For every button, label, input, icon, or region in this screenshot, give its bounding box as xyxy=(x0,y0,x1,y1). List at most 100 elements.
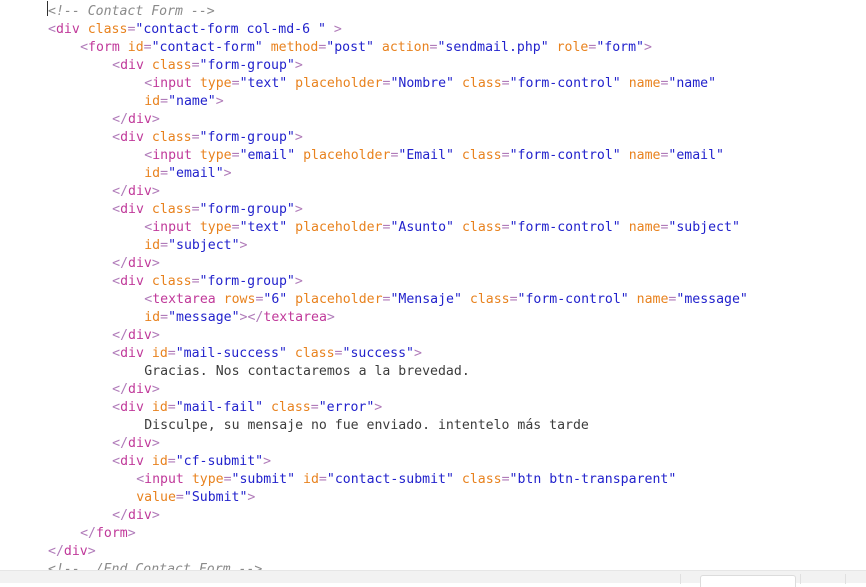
code-token-tag: div xyxy=(120,346,144,361)
code-token-tag: textarea xyxy=(263,310,327,325)
code-token-tag: div xyxy=(120,400,144,415)
code-line[interactable]: value="Submit"> xyxy=(0,489,866,507)
code-text-area[interactable]: <!-- Contact Form --> <div class="contact… xyxy=(0,3,866,579)
code-token-pn: > xyxy=(151,112,160,127)
code-token-val: "subject" xyxy=(668,220,740,235)
code-token-tag: div xyxy=(120,202,144,217)
code-token-att: class xyxy=(461,76,502,91)
code-token-val: "mail-fail" xyxy=(175,400,264,415)
code-token-pn: = xyxy=(501,220,510,235)
code-token-att: role xyxy=(556,40,589,55)
code-token-val: "form-control" xyxy=(509,148,621,163)
code-line[interactable]: <input type="submit" id="contact-submit"… xyxy=(0,471,866,489)
code-line[interactable]: <div class="form-group"> xyxy=(0,273,866,291)
code-token-att: class xyxy=(151,202,192,217)
code-token-tag: form xyxy=(88,40,120,55)
code-token-att: class xyxy=(461,472,502,487)
code-token-pn: > xyxy=(374,400,383,415)
code-token-val: "form-group" xyxy=(199,202,295,217)
code-token-pn: < xyxy=(112,400,121,415)
code-token-pn: < xyxy=(48,22,56,37)
code-line[interactable]: id="subject"> xyxy=(0,237,866,255)
code-token-tag: input xyxy=(152,148,192,163)
code-token-att: id xyxy=(127,40,144,55)
code-line[interactable]: id="message"></textarea> xyxy=(0,309,866,327)
code-line[interactable]: <div class="form-group"> xyxy=(0,201,866,219)
code-line[interactable]: </div> xyxy=(0,435,866,453)
code-token-val: "contact-form" xyxy=(151,40,263,55)
code-token-pn: = xyxy=(501,76,510,91)
code-token-pn: = xyxy=(160,310,169,325)
code-token-tag: div xyxy=(63,544,88,559)
code-token-att: class xyxy=(151,130,192,145)
code-line[interactable]: id="name"> xyxy=(0,93,866,111)
code-line[interactable]: <input type="email" placeholder="Email" … xyxy=(0,147,866,165)
code-token-val: "Email" xyxy=(398,148,454,163)
code-line[interactable]: </div> xyxy=(0,543,866,561)
code-token-tag: input xyxy=(144,472,184,487)
code-token-pn: = xyxy=(318,472,327,487)
code-line[interactable]: <div id="mail-fail" class="error"> xyxy=(0,399,866,417)
code-token-val: "text" xyxy=(239,76,288,91)
code-line[interactable]: </form> xyxy=(0,525,866,543)
code-token-pn: > xyxy=(413,346,422,361)
code-line[interactable]: <div class="form-group"> xyxy=(0,129,866,147)
code-line[interactable]: <form id="contact-form" method="post" ac… xyxy=(0,39,866,57)
code-line[interactable]: </div> xyxy=(0,255,866,273)
code-token-att: value xyxy=(136,490,176,505)
code-line[interactable]: <div class="form-group"> xyxy=(0,57,866,75)
code-token-pn: = xyxy=(310,400,319,415)
code-line[interactable]: <input type="text" placeholder="Nombre" … xyxy=(0,75,866,93)
code-line[interactable]: <textarea rows="6" placeholder="Mensaje"… xyxy=(0,291,866,309)
code-token-tag: form xyxy=(95,526,128,541)
code-token-pn: = xyxy=(231,76,240,91)
code-line[interactable]: </div> xyxy=(0,381,866,399)
code-token-val: "name" xyxy=(168,94,216,109)
code-token-pn: < xyxy=(112,130,121,145)
code-token-att: name xyxy=(636,292,669,307)
code-line[interactable]: <div class="contact-form col-md-6 " > xyxy=(0,21,866,39)
code-token-pn: = xyxy=(167,400,176,415)
code-token-val: "mail-success" xyxy=(175,346,287,361)
code-token-val: "form-control" xyxy=(509,220,621,235)
code-token-pn: < xyxy=(80,40,89,55)
code-token-val: "6" xyxy=(263,292,288,307)
code-token-pn: </ xyxy=(112,382,129,397)
code-line[interactable]: <div id="cf-submit"> xyxy=(0,453,866,471)
code-line[interactable]: <div id="mail-success" class="success"> xyxy=(0,345,866,363)
code-token-att: class xyxy=(294,346,335,361)
code-line[interactable]: Disculpe, su mensaje no fue enviado. int… xyxy=(0,417,866,435)
code-token-pn: > xyxy=(263,454,272,469)
code-token-val: "post" xyxy=(326,40,374,55)
code-token-val: "form-group" xyxy=(199,274,295,289)
code-line[interactable]: id="email"> xyxy=(0,165,866,183)
code-token-val: "cf-submit" xyxy=(175,454,264,469)
code-line[interactable]: </div> xyxy=(0,183,866,201)
code-line[interactable]: </div> xyxy=(0,327,866,345)
code-token-pn: < xyxy=(144,220,153,235)
code-token-val: "sendmail.php" xyxy=(437,40,549,55)
code-token-att: placeholder xyxy=(303,148,391,163)
code-line[interactable]: <input type="text" placeholder="Asunto" … xyxy=(0,219,866,237)
code-line[interactable]: </div> xyxy=(0,111,866,129)
code-token-val: "btn btn-transparent" xyxy=(509,472,677,487)
code-token-pn: < xyxy=(112,202,121,217)
code-line[interactable]: Gracias. Nos contactaremos a la brevedad… xyxy=(0,363,866,381)
code-token-pn: > xyxy=(223,166,232,181)
code-token-att: class xyxy=(87,22,128,37)
code-token-tag: div xyxy=(128,508,152,523)
statusbar-tab-stub[interactable] xyxy=(700,575,796,587)
code-line[interactable]: </div> xyxy=(0,507,866,525)
code-editor[interactable]: <!-- Contact Form --> <div class="contact… xyxy=(0,0,866,577)
code-line[interactable]: <!-- Contact Form --> xyxy=(0,3,866,21)
